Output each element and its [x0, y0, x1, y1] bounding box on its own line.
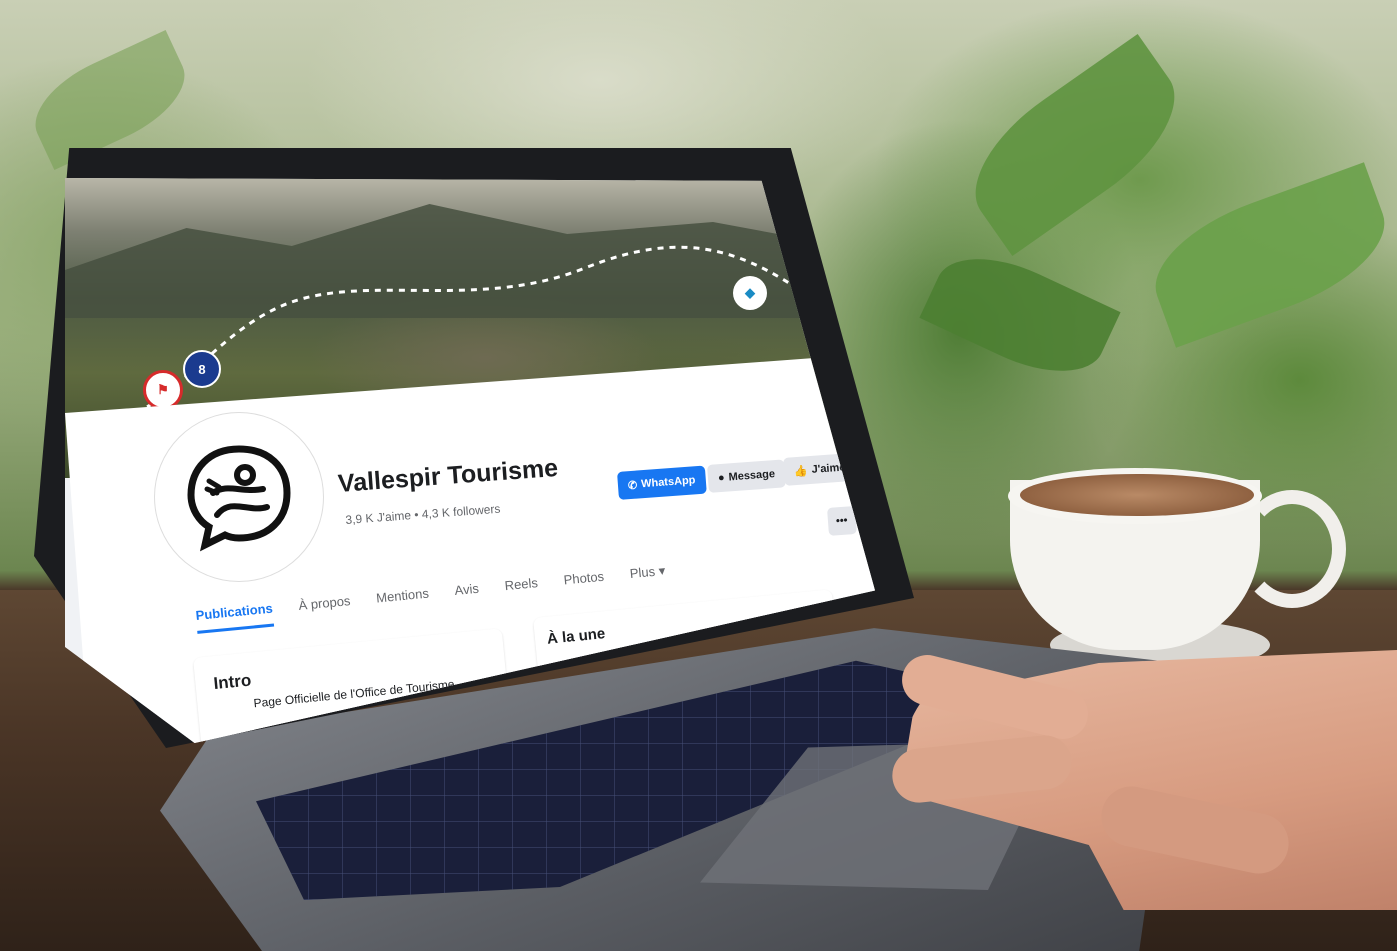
route-number: 8 — [198, 361, 206, 377]
tab-reviews[interactable]: Avis — [454, 581, 481, 609]
vallespir-logo-icon — [187, 445, 291, 552]
coffee — [1020, 474, 1254, 516]
intro-title: Intro — [212, 670, 253, 694]
whatsapp-icon: ✆ — [627, 479, 638, 492]
photo-scene: ⚑ 8 ◆ Vallespir Tourisme 3,9 K J'aime • … — [0, 0, 1397, 951]
whatsapp-label: WhatsApp — [640, 474, 696, 491]
destination-badge: ◆ — [733, 276, 767, 310]
message-label: Message — [728, 468, 776, 484]
page-avatar[interactable] — [155, 413, 323, 581]
message-button[interactable]: ● Message — [707, 459, 786, 493]
tab-reels[interactable]: Reels — [504, 575, 540, 604]
more-options-button[interactable]: ••• — [827, 505, 857, 536]
tab-about[interactable]: À propos — [298, 593, 352, 624]
thumbs-up-icon: 👍 — [793, 464, 809, 478]
tab-photos[interactable]: Photos — [563, 569, 606, 599]
tab-more[interactable]: Plus ▾ — [629, 563, 667, 592]
eurovelo-badge: 8 — [183, 350, 221, 388]
featured-title: À la une — [546, 625, 607, 648]
messenger-icon: ● — [717, 471, 726, 485]
more-label: ••• — [835, 514, 848, 528]
tab-mentions[interactable]: Mentions — [376, 586, 431, 617]
